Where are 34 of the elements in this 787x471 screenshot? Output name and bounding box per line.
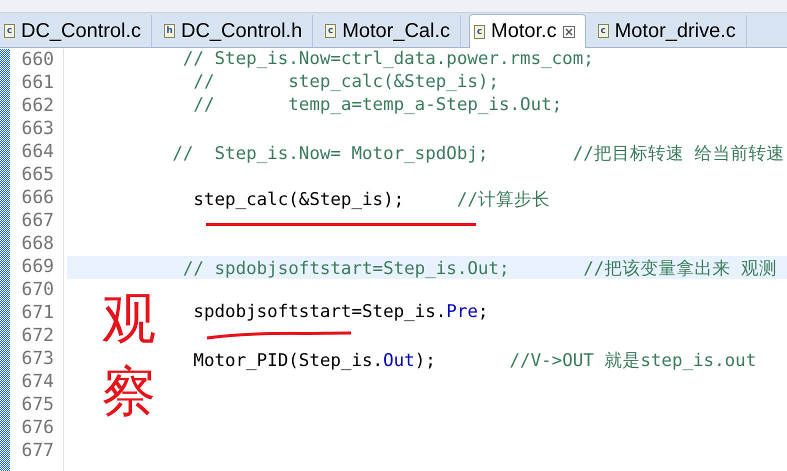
- line-number: 668: [20, 233, 55, 256]
- file-icon: c: [4, 24, 15, 38]
- editor-tab[interactable]: c Motor.c: [469, 14, 586, 48]
- close-icon[interactable]: [562, 26, 575, 38]
- line-number: 673: [20, 348, 55, 371]
- line-number: 676: [20, 417, 55, 440]
- line-number: 664: [20, 141, 55, 164]
- line-number: 672: [20, 325, 55, 348]
- file-icon: c: [325, 24, 336, 38]
- code-line: spdobjsoftstart=Step_is.Pre;: [192, 302, 488, 322]
- line-number: 660: [20, 49, 55, 72]
- line-number: 665: [20, 164, 55, 187]
- file-icon: h: [164, 24, 176, 38]
- code-line: // Step_is.Now= Motor_spdObj; //把目标转速 给当前转速: [171, 144, 784, 164]
- line-number: 675: [20, 394, 55, 417]
- line-number: 674: [20, 371, 55, 394]
- code-line: // step_calc(&Step_is);: [192, 72, 499, 92]
- line-number: 661: [20, 72, 55, 95]
- code-line: // Step_is.Now=ctrl_data.power.rms_com;: [182, 49, 594, 69]
- line-number: 666: [20, 187, 55, 210]
- line-number: 671: [20, 302, 55, 325]
- file-icon: c: [474, 24, 486, 38]
- line-number: 663: [20, 118, 55, 141]
- line-number: 670: [20, 279, 55, 302]
- code-line: step_calc(&Step_is); //计算步长: [192, 190, 550, 210]
- line-number: 667: [20, 210, 55, 233]
- code-line: // temp_a=temp_a-Step_is.Out;: [192, 95, 562, 115]
- highlighted-code-line: // spdobjsoftstart=Step_is.Out; //把该变量拿出来 观测: [182, 259, 777, 279]
- handwritten-note: 观察: [102, 286, 156, 425]
- line-number: 677: [20, 440, 55, 463]
- file-icon: c: [598, 24, 609, 38]
- line-number: 662: [20, 95, 55, 118]
- line-number: 669: [20, 256, 55, 279]
- code-line: Motor_PID(Step_is.Out); //V->OUT 就是step_is.out: [192, 351, 756, 371]
